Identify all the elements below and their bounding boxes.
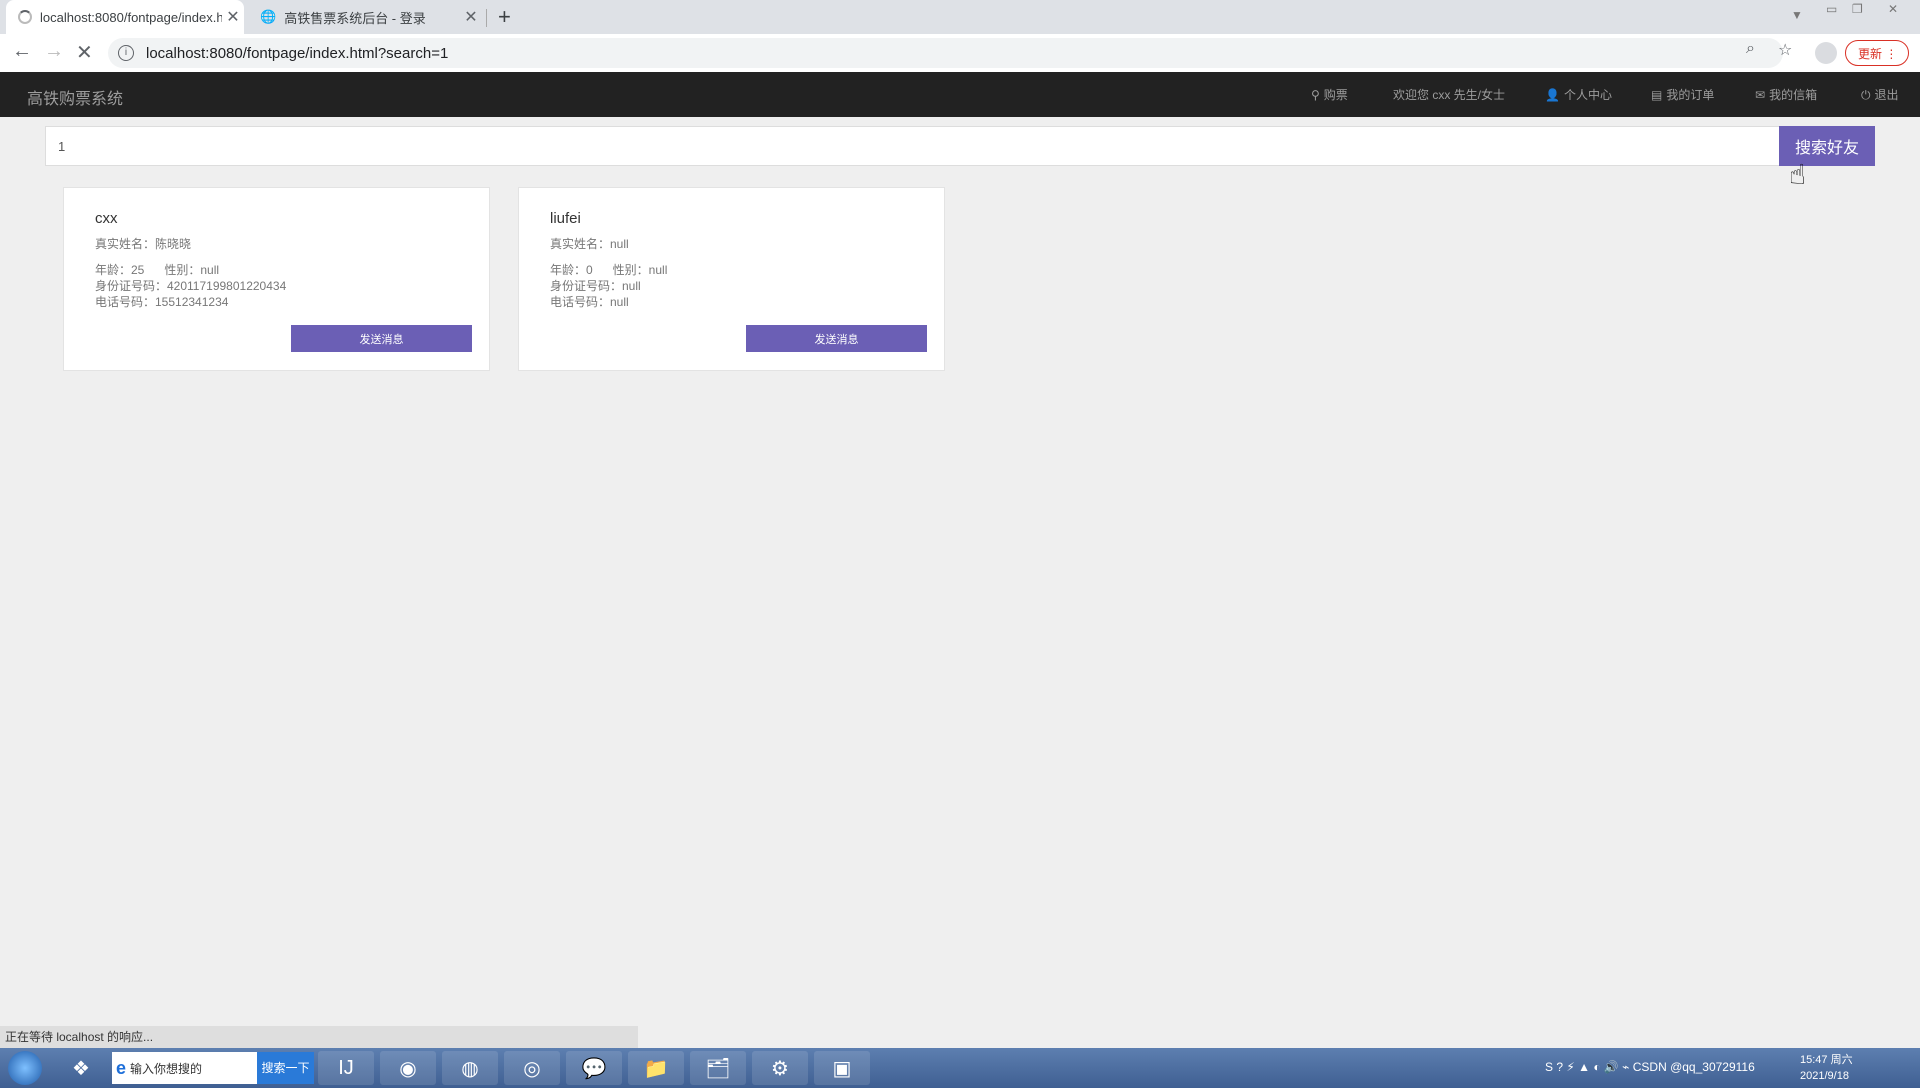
update-label: 更新: [1858, 47, 1883, 61]
back-icon[interactable]: ←: [12, 40, 32, 63]
system-tray[interactable]: S ? ⚡ ▲ ◐ 🔊 ⌁ CSDN @qq_30729116: [1545, 1060, 1755, 1074]
os-taskbar: ❖ e 输入你想搜的 搜索一下 IJ ◉ ◍ ◎ 💬 📁 🗂 ⚙ ▣ S ? ⚡…: [0, 1048, 1920, 1088]
nav-label: 个人中心: [1563, 88, 1612, 102]
user-icon: 👤: [1545, 88, 1560, 102]
firefox-icon[interactable]: ◍: [442, 1051, 498, 1085]
star-icon[interactable]: ☆: [1778, 40, 1792, 60]
tab-title: 高铁售票系统后台 - 登录: [284, 10, 426, 26]
url-text: localhost:8080/fontpage/index.html?searc…: [146, 44, 449, 62]
tab-divider: [486, 9, 487, 27]
globe-icon: 🌐: [260, 9, 277, 24]
minimize-icon[interactable]: ▭: [1826, 2, 1837, 16]
nav-label: 我的信箱: [1769, 88, 1818, 102]
nav-label: 我的订单: [1666, 88, 1715, 102]
nav-label: 退出: [1874, 88, 1899, 102]
friend-real-name: 真实姓名：null: [550, 237, 629, 251]
start-button[interactable]: [8, 1051, 42, 1085]
zoom-icon[interactable]: ⌕: [1746, 40, 1755, 58]
media-player-icon[interactable]: ◉: [380, 1051, 436, 1085]
address-bar[interactable]: i localhost:8080/fontpage/index.html?sea…: [108, 38, 1783, 68]
profile-avatar[interactable]: [1815, 42, 1837, 64]
ie-icon: e: [116, 1057, 127, 1078]
taskbar-search-placeholder: 输入你想搜的: [130, 1061, 203, 1076]
friend-age-gender: 年龄：0 性别：null: [550, 263, 668, 277]
search-icon: ⚲: [1311, 88, 1320, 102]
friend-username: liufei: [550, 210, 581, 227]
nav-welcome[interactable]: 欢迎您 cxx 先生/女士: [1393, 86, 1505, 103]
nav-my-orders[interactable]: ▤ 我的订单: [1651, 86, 1714, 103]
app-icon[interactable]: ⚙: [752, 1051, 808, 1085]
restore-icon[interactable]: ❐: [1852, 2, 1863, 16]
friend-username: cxx: [95, 210, 118, 227]
send-message-button[interactable]: 发送消息: [746, 325, 927, 352]
friend-card: cxx 真实姓名：陈晓晓 年龄：25 性别：null 身份证号码：4201171…: [63, 187, 490, 371]
file-manager-icon[interactable]: 🗂: [690, 1051, 746, 1085]
close-tab-icon[interactable]: ✕: [222, 7, 244, 27]
nav-label: 欢迎您 cxx 先生/女士: [1393, 88, 1506, 102]
update-button[interactable]: 更新 ⋮: [1845, 40, 1909, 66]
send-message-button[interactable]: 发送消息: [291, 325, 472, 352]
chrome-icon[interactable]: ◎: [504, 1051, 560, 1085]
tab-title: localhost:8080/fontpage/index.html?searc…: [40, 9, 222, 25]
nav-logout[interactable]: ⏻ 退出: [1861, 86, 1899, 103]
nav-personal-center[interactable]: 👤 个人中心: [1545, 86, 1612, 103]
nav-my-mailbox[interactable]: ✉ 我的信箱: [1755, 86, 1817, 103]
folder-icon[interactable]: 📁: [628, 1051, 684, 1085]
terminal-icon[interactable]: ▣: [814, 1051, 870, 1085]
browser-tab-strip: localhost:8080/fontpage/index.html?searc…: [0, 0, 1920, 34]
intellij-icon[interactable]: IJ: [318, 1051, 374, 1085]
loading-spinner-icon: [18, 10, 32, 24]
friend-search-input[interactable]: [45, 126, 1780, 166]
app-navbar: 高铁购票系统 ⚲ 购票 欢迎您 cxx 先生/女士 👤 个人中心 ▤ 我的订单 ✉ 我的…: [0, 72, 1920, 117]
tab-inactive[interactable]: 🌐 高铁售票系统后台 - 登录 ✕: [250, 0, 482, 34]
tab-search-icon[interactable]: ▼: [1791, 8, 1803, 22]
power-icon: ⏻: [1861, 88, 1871, 102]
friend-age-gender: 年龄：25 性别：null: [95, 263, 220, 277]
friend-id-number: 身份证号码：420117199801220434: [95, 279, 287, 293]
friend-real-name: 真实姓名：陈晓晓: [95, 237, 192, 251]
tab-active[interactable]: localhost:8080/fontpage/index.html?searc…: [6, 0, 244, 34]
nav-label: 购票: [1323, 88, 1348, 102]
envelope-icon: ✉: [1755, 88, 1766, 102]
brand-title[interactable]: 高铁购票系统: [27, 85, 123, 109]
friend-phone: 电话号码：null: [550, 295, 629, 309]
nav-buy-ticket[interactable]: ⚲ 购票: [1311, 86, 1348, 103]
list-icon: ▤: [1651, 88, 1663, 102]
hand-cursor-icon: ☝: [1789, 159, 1807, 190]
info-icon[interactable]: i: [118, 45, 134, 61]
forward-icon[interactable]: →: [44, 40, 64, 63]
friend-phone: 电话号码：15512341234: [95, 295, 229, 309]
clock-date: 2021/9/18: [1800, 1070, 1849, 1082]
watermark-text: CSDN @qq_30729116: [1632, 1060, 1755, 1074]
wechat-icon[interactable]: 💬: [566, 1051, 622, 1085]
friend-id-number: 身份证号码：null: [550, 279, 641, 293]
taskbar-search-input[interactable]: e 输入你想搜的: [112, 1052, 257, 1084]
stop-loading-icon[interactable]: ✕: [76, 40, 93, 65]
clock-time: 15:47 周六: [1800, 1054, 1853, 1066]
clock[interactable]: 15:47 周六 2021/9/18: [1800, 1052, 1853, 1084]
friend-card: liufei 真实姓名：null 年龄：0 性别：null 身份证号码：null…: [518, 187, 945, 371]
windows-logo-icon[interactable]: ❖: [55, 1051, 107, 1085]
taskbar-search-button[interactable]: 搜索一下: [257, 1052, 314, 1084]
close-window-icon[interactable]: ✕: [1888, 2, 1898, 16]
browser-toolbar: ← → ✕ i localhost:8080/fontpage/index.ht…: [0, 34, 1920, 73]
new-tab-button[interactable]: +: [498, 4, 511, 30]
close-tab-icon[interactable]: ✕: [460, 7, 482, 27]
browser-status-bar: 正在等待 localhost 的响应...: [0, 1026, 638, 1048]
